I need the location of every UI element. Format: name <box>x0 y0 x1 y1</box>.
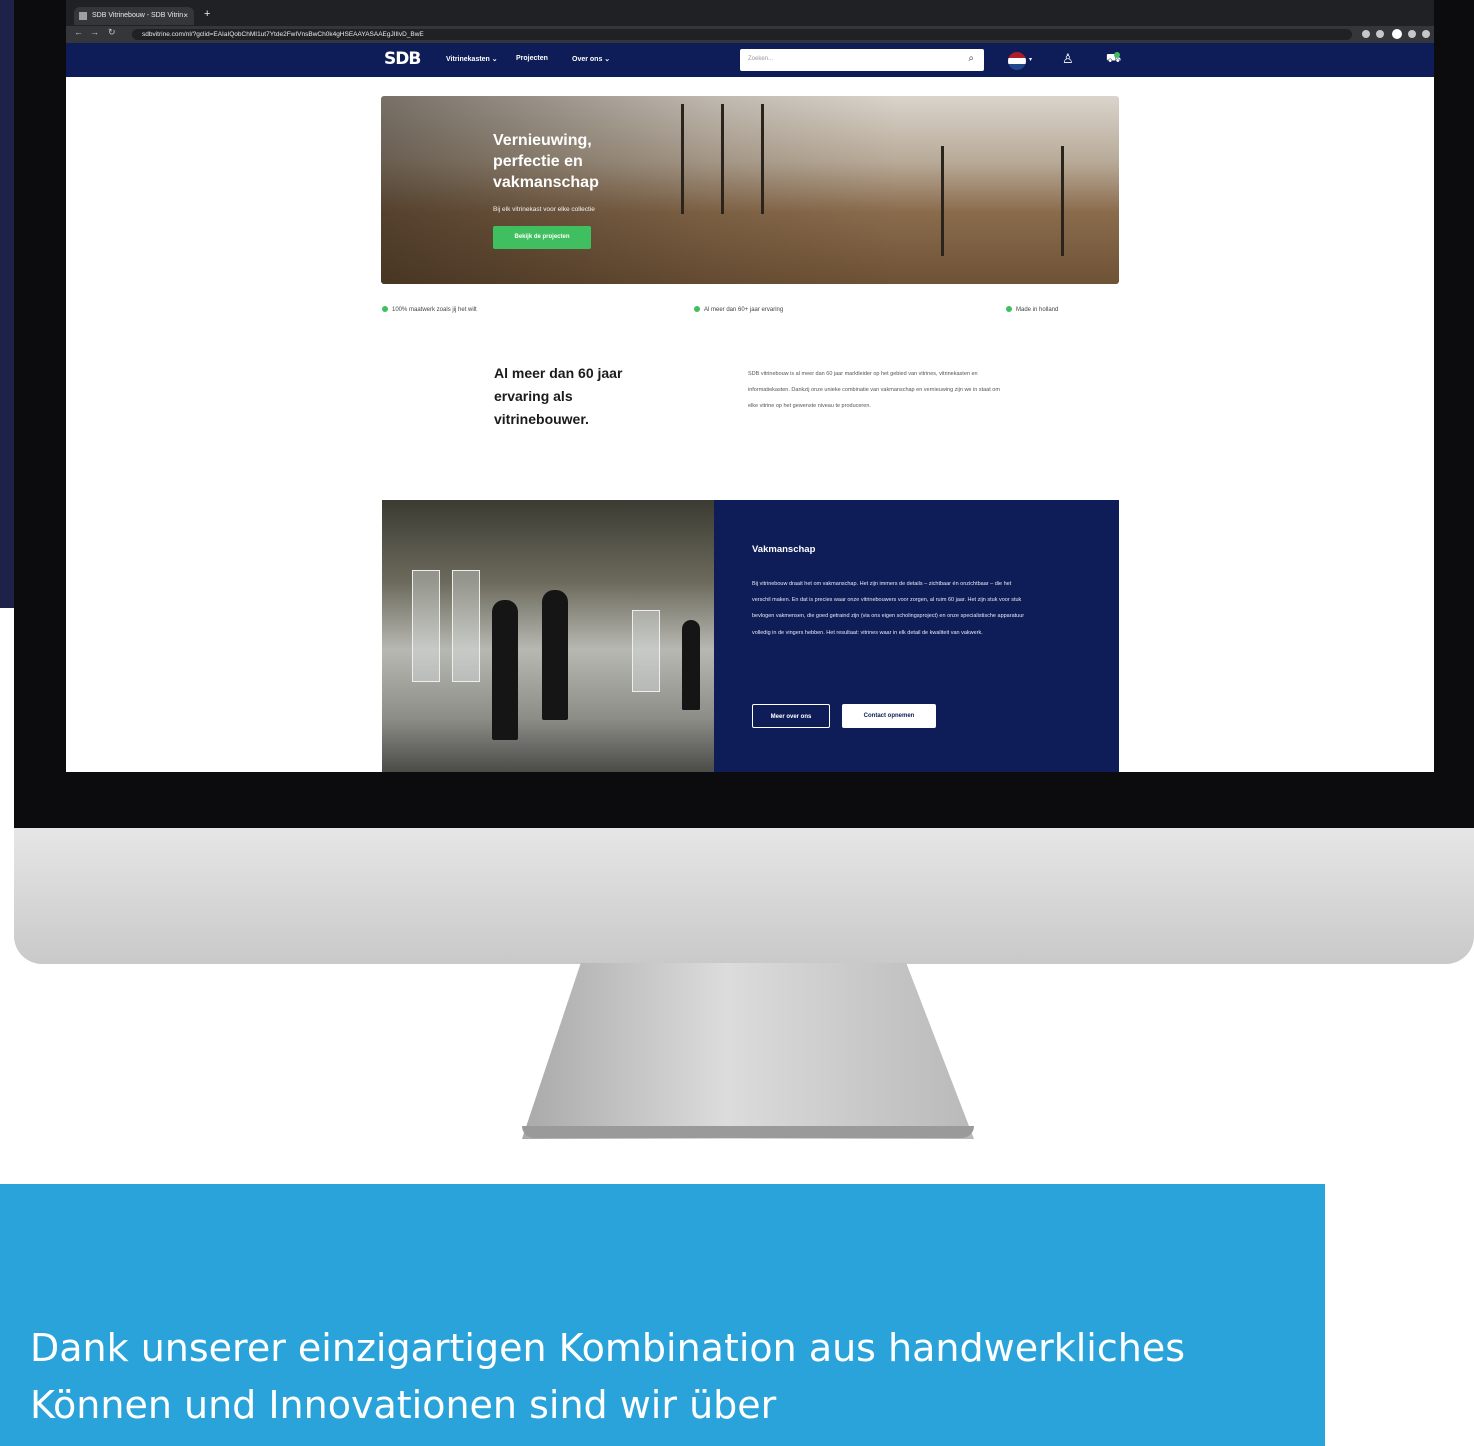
usp-text: Made in holland <box>1016 307 1059 313</box>
display-case-frame <box>761 104 764 214</box>
browser-address-bar: ← → ↻ sdbvitrine.com/nl/?gclid=EAIaIQobC… <box>66 26 1434 43</box>
craft-heading: Vakmanschap <box>752 544 816 555</box>
flag-nl-icon[interactable] <box>1008 52 1026 70</box>
view-projects-button[interactable]: Bekijk de projecten <box>493 226 591 249</box>
url-field[interactable]: sdbvitrine.com/nl/?gclid=EAIaIQobChMI1ut… <box>132 29 1352 40</box>
close-icon[interactable]: × <box>183 7 188 25</box>
search-placeholder: Zoeken... <box>748 56 774 62</box>
more-about-us-button[interactable]: Meer over ons <box>752 704 830 728</box>
favicon-icon <box>79 12 87 20</box>
about-heading: Al meer dan 60 jaar ervaring als vitrine… <box>494 365 623 427</box>
craft-paragraph: Bij vitrinebouw draait het om vakmanscha… <box>752 581 1025 636</box>
worker-figure <box>682 620 700 710</box>
search-icon[interactable]: ⌕ <box>968 53 974 64</box>
profile-icon[interactable] <box>1392 29 1402 39</box>
check-icon <box>694 306 700 312</box>
monitor-chin <box>14 828 1474 964</box>
tab-title: SDB Vitrinebouw - SDB Vitrin <box>92 12 184 19</box>
hero-banner: Vernieuwing, perfectie en vakmanschap Bi… <box>381 96 1119 284</box>
extension-icon[interactable] <box>1408 30 1416 38</box>
worker-figure <box>542 590 568 720</box>
logo[interactable]: SDB <box>384 50 432 69</box>
check-icon <box>382 306 388 312</box>
display-case-frame <box>452 570 480 682</box>
monitor-screen: SDB Vitrinebouw - SDB Vitrin × + ← → ↻ s… <box>66 0 1434 772</box>
display-case-frame <box>412 570 440 682</box>
check-icon <box>1006 306 1012 312</box>
display-case-frame <box>681 104 684 214</box>
back-icon[interactable]: ← <box>74 27 83 37</box>
usp-text: 100% maatwerk zoals jij het wilt <box>392 307 477 313</box>
menu-icon[interactable] <box>1422 30 1430 38</box>
craft-panel: Vakmanschap Bij vitrinebouw draait het o… <box>714 500 1119 772</box>
caption-text: Dank unserer einzigartigen Kombination a… <box>30 1326 1185 1427</box>
chevron-down-icon[interactable]: ▾ <box>1029 56 1032 63</box>
worker-figure <box>492 600 518 740</box>
usp-item: Made in holland <box>1006 306 1058 313</box>
about-paragraph: SDB vitrinebouw is al meer dan 60 jaar m… <box>748 371 1000 409</box>
workshop-photo <box>382 500 714 772</box>
user-icon[interactable]: ♙ <box>1062 51 1074 67</box>
monitor-stand-base <box>522 1126 974 1138</box>
nav-projecten[interactable]: Projecten <box>516 55 548 62</box>
browser-tab[interactable]: SDB Vitrinebouw - SDB Vitrin × <box>74 7 194 25</box>
hero-subtitle: Bij elk vitrinekast voor elke collectie <box>493 206 595 213</box>
usp-item: Al meer dan 60+ jaar ervaring <box>694 306 783 313</box>
browser-tab-bar: SDB Vitrinebouw - SDB Vitrin × + <box>66 0 1434 26</box>
nav-vitrinekasten[interactable]: Vitrinekasten ⌄ <box>446 55 498 63</box>
monitor-stand <box>522 963 974 1139</box>
contact-button[interactable]: Contact opnemen <box>842 704 936 728</box>
nav-over-ons[interactable]: Over ons ⌄ <box>572 55 610 63</box>
extension-icon[interactable] <box>1362 30 1370 38</box>
display-case-frame <box>632 610 660 692</box>
forward-icon[interactable]: → <box>90 27 99 37</box>
site-header: SDB Vitrinekasten ⌄ Projecten Over ons ⌄… <box>66 43 1434 77</box>
search-input[interactable]: Zoeken... ⌕ <box>740 49 984 71</box>
cart-badge <box>1114 52 1120 58</box>
display-case-frame <box>941 146 944 256</box>
hero-title: Vernieuwing, perfectie en vakmanschap <box>493 132 599 191</box>
reload-icon[interactable]: ↻ <box>108 27 116 38</box>
display-case-frame <box>721 104 724 214</box>
usp-item: 100% maatwerk zoals jij het wilt <box>382 306 477 313</box>
new-tab-icon[interactable]: + <box>204 8 210 20</box>
star-icon[interactable] <box>1376 30 1384 38</box>
display-case-frame <box>1061 146 1064 256</box>
usp-text: Al meer dan 60+ jaar ervaring <box>704 307 784 313</box>
